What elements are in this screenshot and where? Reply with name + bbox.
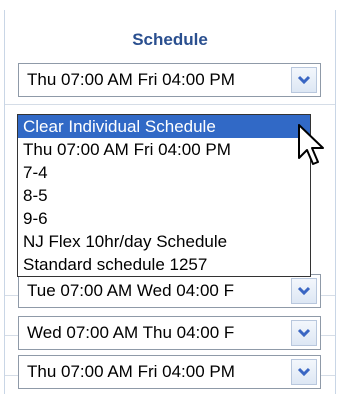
schedule-select-value: Thu 07:00 AM Fri 04:00 PM <box>27 362 235 381</box>
schedule-select-4[interactable]: Thu 07:00 AM Fri 04:00 PM <box>18 355 321 389</box>
schedule-select-2[interactable]: Tue 07:00 AM Wed 04:00 F <box>18 274 321 308</box>
chevron-down-icon[interactable] <box>291 67 317 93</box>
dropdown-option-9-6[interactable]: 9-6 <box>18 207 310 230</box>
schedule-dropdown-list[interactable]: Clear Individual Schedule Thu 07:00 AM F… <box>17 114 311 277</box>
schedule-select-value: Tue 07:00 AM Wed 04:00 F <box>27 281 234 300</box>
chevron-down-icon[interactable] <box>291 359 317 385</box>
chevron-down-icon[interactable] <box>291 320 317 346</box>
mouse-pointer-icon <box>298 124 324 165</box>
dropdown-option-nj-flex[interactable]: NJ Flex 10hr/day Schedule <box>18 230 310 253</box>
chevron-down-icon[interactable] <box>291 278 317 304</box>
schedule-select-3[interactable]: Wed 07:00 AM Thu 04:00 F <box>18 316 321 350</box>
dropdown-option-clear-individual-schedule[interactable]: Clear Individual Schedule <box>18 115 310 138</box>
row-divider <box>5 104 335 105</box>
schedule-select-value: Wed 07:00 AM Thu 04:00 F <box>27 323 235 342</box>
page: Schedule Thu 07:00 AM Fri 04:00 PM Tue 0… <box>0 0 342 398</box>
schedule-panel: Schedule Thu 07:00 AM Fri 04:00 PM Tue 0… <box>4 10 336 394</box>
dropdown-option-7-4[interactable]: 7-4 <box>18 161 310 184</box>
dropdown-option-thu-fri[interactable]: Thu 07:00 AM Fri 04:00 PM <box>18 138 310 161</box>
schedule-select-value: Thu 07:00 AM Fri 04:00 PM <box>27 70 235 89</box>
schedule-select-1[interactable]: Thu 07:00 AM Fri 04:00 PM <box>18 63 321 97</box>
dropdown-option-8-5[interactable]: 8-5 <box>18 184 310 207</box>
schedule-header: Schedule <box>132 30 208 49</box>
dropdown-option-standard-schedule[interactable]: Standard schedule 1257 <box>18 253 310 276</box>
